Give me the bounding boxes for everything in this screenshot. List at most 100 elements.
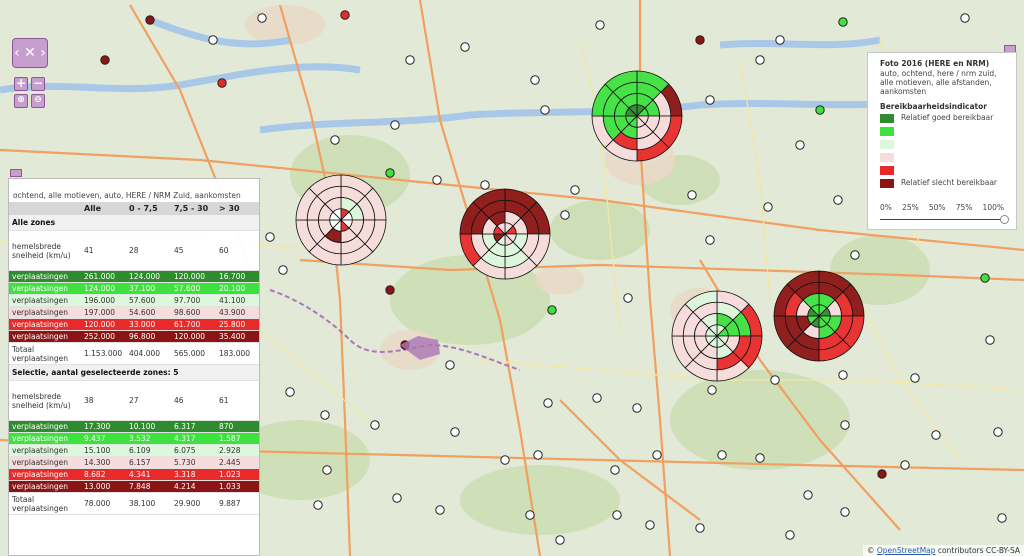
zone-marker[interactable] [330,135,340,145]
zone-marker[interactable] [840,507,850,517]
zone-marker[interactable] [500,455,510,465]
zone-marker[interactable] [623,293,633,303]
zone-marker[interactable] [217,78,227,88]
zone-marker[interactable] [838,370,848,380]
zoom-in-button[interactable]: + [14,77,28,91]
zone-marker[interactable] [208,35,218,45]
opacity-scale: 0% 25% 50% 75% 100% [880,203,1004,212]
zone-marker[interactable] [145,15,155,25]
legend-swatch [880,166,894,175]
zone-marker[interactable] [695,523,705,533]
zone-marker[interactable] [385,285,395,295]
accessibility-rose[interactable] [459,188,551,280]
zone-marker[interactable] [450,427,460,437]
zone-marker[interactable] [687,190,697,200]
zone-marker[interactable] [850,250,860,260]
opacity-slider[interactable] [880,214,1009,224]
table-cell: 15.100 [81,444,126,457]
speed-cell: 45 [171,230,216,271]
zone-marker[interactable] [480,180,490,190]
zone-marker[interactable] [278,265,288,275]
accessibility-rose[interactable] [591,70,683,162]
zone-marker[interactable] [547,305,557,315]
zone-marker[interactable] [997,513,1007,523]
zone-marker[interactable] [612,510,622,520]
zone-marker[interactable] [695,35,705,45]
zone-marker[interactable] [560,210,570,220]
zone-marker[interactable] [705,235,715,245]
accessibility-rose[interactable] [671,290,763,382]
zone-marker[interactable] [838,17,848,27]
zone-marker[interactable] [540,105,550,115]
zone-marker[interactable] [392,493,402,503]
zone-marker[interactable] [775,35,785,45]
osm-link[interactable]: OpenStreetMap [877,546,936,555]
zone-marker[interactable] [405,55,415,65]
zone-marker[interactable] [385,168,395,178]
zone-marker[interactable] [815,105,825,115]
zone-marker[interactable] [265,232,275,242]
zoom-out-button[interactable]: − [31,77,45,91]
speed-cell: 61 [216,380,259,421]
zone-marker[interactable] [285,387,295,397]
table-cell: 4.214 [171,480,216,493]
zoom-out-magnifier-icon[interactable]: ⊖ [31,94,45,108]
zone-marker[interactable] [833,195,843,205]
zone-marker[interactable] [340,10,350,20]
zone-marker[interactable] [717,450,727,460]
zone-marker[interactable] [570,185,580,195]
zone-marker[interactable] [770,375,780,385]
zone-marker[interactable] [525,510,535,520]
table-cell: 120.000 [171,330,216,343]
zone-marker[interactable] [100,55,110,65]
zone-marker[interactable] [460,42,470,52]
zone-marker[interactable] [785,530,795,540]
zone-marker[interactable] [755,55,765,65]
opacity-slider-knob[interactable] [1000,215,1009,224]
zone-marker[interactable] [931,430,941,440]
zone-marker[interactable] [707,385,717,395]
zone-marker[interactable] [980,273,990,283]
zone-marker[interactable] [390,120,400,130]
accessibility-rose[interactable] [773,270,865,362]
zone-marker[interactable] [645,520,655,530]
zone-marker[interactable] [322,465,332,475]
zone-marker[interactable] [960,13,970,23]
zone-marker[interactable] [755,453,765,463]
zone-marker[interactable] [435,505,445,515]
zone-marker[interactable] [900,460,910,470]
table-caption: ochtend, alle motieven, auto, HERE / NRM… [13,191,241,200]
pan-control[interactable]: ‹ ✕ › [12,38,48,68]
row-label: verplaatsingen [9,270,81,283]
opacity-tick: 0% [880,203,892,212]
zone-marker[interactable] [257,13,267,23]
zone-marker[interactable] [652,450,662,460]
zone-marker[interactable] [530,75,540,85]
zone-marker[interactable] [320,410,330,420]
accessibility-rose[interactable] [295,174,387,266]
zone-marker[interactable] [993,427,1003,437]
zone-marker[interactable] [595,20,605,30]
zone-marker[interactable] [985,335,995,345]
zone-marker[interactable] [795,140,805,150]
zoom-in-magnifier-icon[interactable]: ⊕ [14,94,28,108]
table-cell: 57.600 [171,282,216,295]
zone-marker[interactable] [543,398,553,408]
zone-marker[interactable] [910,373,920,383]
zone-marker[interactable] [840,420,850,430]
zone-marker[interactable] [432,175,442,185]
zone-marker[interactable] [877,469,887,479]
legend-swatch [880,153,894,162]
zone-marker[interactable] [803,490,813,500]
zone-marker[interactable] [370,420,380,430]
table-collapse-button[interactable] [10,169,22,177]
zone-marker[interactable] [763,202,773,212]
zone-marker[interactable] [610,465,620,475]
zone-marker[interactable] [592,393,602,403]
zone-marker[interactable] [555,535,565,545]
zone-marker[interactable] [632,403,642,413]
zone-marker[interactable] [533,450,543,460]
zone-marker[interactable] [705,95,715,105]
zone-marker[interactable] [445,360,455,370]
zone-marker[interactable] [313,500,323,510]
